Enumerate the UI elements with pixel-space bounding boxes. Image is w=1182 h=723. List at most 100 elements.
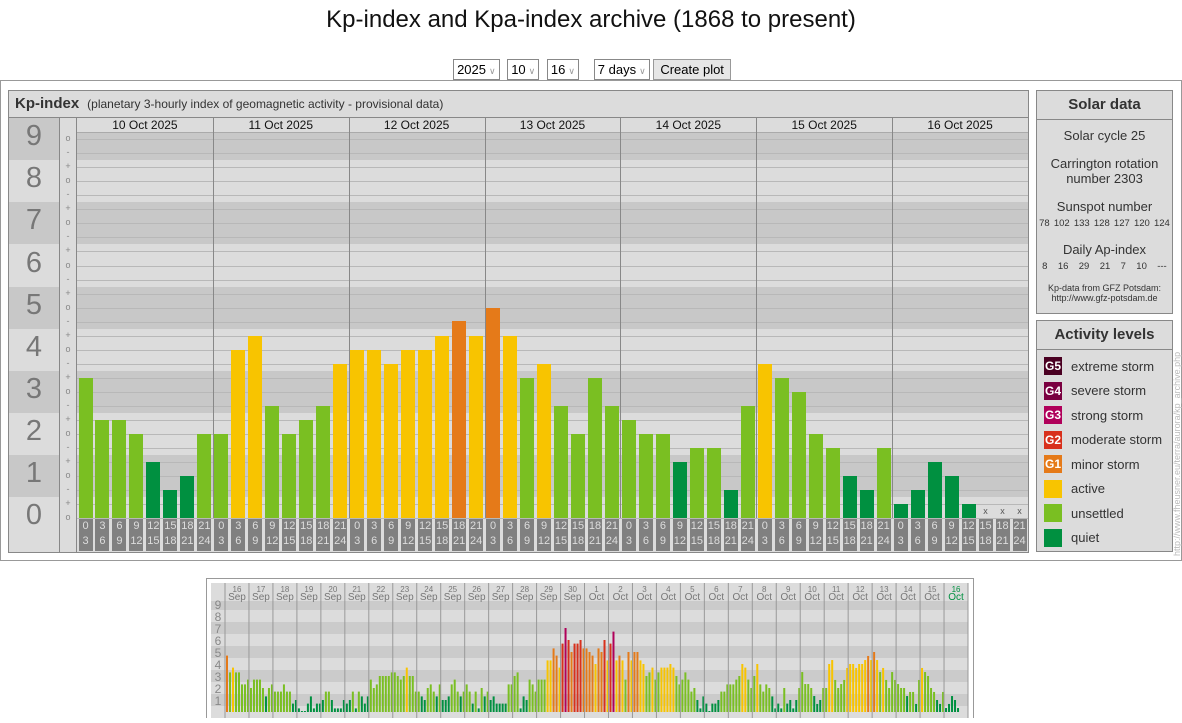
slot-start: 21 [741,520,754,532]
overview-bar [504,703,507,712]
overview-bar [324,691,327,712]
create-plot-button[interactable]: Create plot [653,59,731,80]
slot-start: 3 [642,520,649,532]
slot-end: 6 [778,535,785,547]
overview-bar [507,684,510,712]
day-select[interactable]: 16 ∨ [546,59,579,80]
overview-bar [933,691,936,712]
span-select[interactable]: 7 days ∨ [593,59,650,80]
overview-bar [843,679,846,712]
overview-band [211,622,968,634]
overview-month: Oct [589,592,605,603]
slot-end: 12 [130,535,143,547]
overview-month: Oct [661,592,677,603]
slot-end: 21 [996,535,1009,547]
ap-value: 29 [1078,261,1090,272]
slot-start: 6 [795,520,802,532]
overview-chart: 12345678916Sep17Sep18Sep19Sep20Sep21Sep2… [211,583,969,718]
overview-bar [402,676,405,712]
time-slot-label: 9 12 [808,519,823,551]
overview-bar [852,664,855,712]
year-value: 2025 [457,62,486,77]
missing-marker: x [1017,506,1022,516]
overview-bar [291,703,294,712]
overview-bar [612,631,615,712]
y-subtick-label: - [66,231,70,242]
kp-bar [78,377,93,518]
slot-start: 12 [962,520,975,532]
overview-bar [238,672,240,712]
month-select[interactable]: 10 ∨ [507,59,540,80]
kp-bar [129,433,144,518]
overview-bar [369,679,372,712]
time-slot-label: 36 [910,519,925,551]
overview-month: Oct [709,592,725,603]
overview-y-tick: 2 [215,682,222,696]
time-slot-label: 15 18 [163,519,178,551]
overview-bar [936,700,939,712]
overview-month: Oct [685,592,701,603]
grid-line [77,266,1028,267]
overview-bar [816,703,819,712]
overview-bar [609,643,612,712]
overview-bar [945,708,948,712]
overview-bar [642,664,645,712]
y-subtick-label: - [66,399,70,410]
time-slot-label: 12 15 [825,519,840,551]
overview-bar [885,679,888,712]
overview-bar [924,672,927,712]
overview-bar [831,660,834,712]
time-slot-label: 69 [248,519,263,551]
slot-end: 12 [537,535,551,547]
slot-start: 9 [540,520,548,532]
kp-bar [655,433,670,518]
overview-bar [549,660,552,712]
overview-bar [285,691,288,712]
ap-value: 7 [1120,261,1126,272]
overview-bar [444,700,447,712]
grid-line [77,350,1028,351]
y-subtick-label: - [66,441,70,452]
overview-bar [276,691,279,712]
legend-swatch [1044,528,1062,547]
overview-bar [360,696,363,712]
kp-bar [859,489,874,518]
overview-bar [435,696,438,712]
overview-month: Sep [372,592,390,603]
overview-bar [585,648,588,712]
slot-start: 12 [690,520,703,532]
overview-bar [579,640,582,712]
y-subtick-label: o [65,512,71,522]
grid-line [77,364,1028,365]
overview-bar [408,676,411,712]
source-link[interactable]: http://www.gfz-potsdam.de [1037,293,1172,303]
overview-bar [819,700,822,712]
kp-bar [367,349,382,518]
overview-bar [648,672,651,712]
slot-end: 9 [931,535,938,547]
legend-swatch: G3 [1044,406,1062,425]
y-subtick-label: - [66,357,70,368]
slot-start: 3 [371,520,378,532]
overview-bar [930,688,933,712]
overview-bar [375,684,378,712]
overview-y-tick: 8 [215,610,222,624]
overview-bar [264,696,267,712]
kp-header: Kp-index (planetary 3-hourly index of geo… [9,91,1028,118]
overview-bar [828,664,831,712]
y-subtick-label: o [65,343,71,354]
overview-bar [900,688,903,712]
grid-line [77,181,1028,182]
overview-month: Sep [324,592,342,603]
sunspot-value: 120 [1133,218,1150,229]
missing-marker: x [1000,506,1005,516]
slot-end: 3 [897,535,904,547]
time-slot-label: 36 [503,519,518,551]
overview-bar [288,691,291,712]
year-select[interactable]: 2025 ∨ [453,59,500,80]
grid-line [77,420,1028,421]
overview-bar [600,652,603,712]
overview-bar [543,679,546,712]
overview-bar [669,664,672,712]
chevron-down-icon: ∨ [528,66,536,76]
